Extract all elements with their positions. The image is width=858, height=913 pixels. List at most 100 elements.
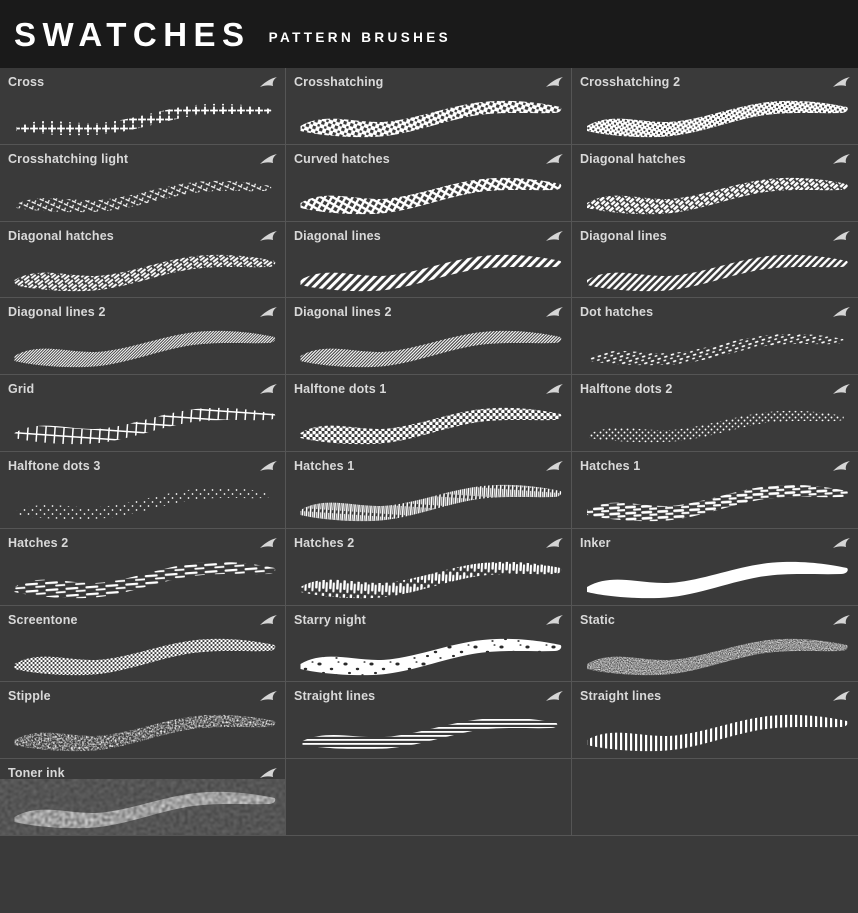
swatch-label: Hatches 2 xyxy=(8,535,69,550)
swatch-label: Stipple xyxy=(8,689,51,704)
brush-stroke-mark-icon xyxy=(542,153,564,167)
swatch-label: Straight lines xyxy=(580,689,662,704)
swatch-stroke-preview xyxy=(286,88,571,144)
swatch-cell[interactable]: Crosshatching light xyxy=(0,144,286,222)
swatch-label: Crosshatching 2 xyxy=(580,75,681,89)
swatch-cell[interactable]: Halftone dots 2 xyxy=(572,375,858,452)
swatch-label: Diagonal lines xyxy=(294,228,381,243)
swatch-cell[interactable]: Inker xyxy=(572,528,858,606)
brush-stroke-mark-icon xyxy=(542,306,564,320)
brush-stroke-mark-icon xyxy=(256,767,278,781)
swatch-cell[interactable]: Diagonal hatches xyxy=(572,144,858,222)
swatch-stroke-preview xyxy=(0,318,285,374)
swatch-label: Curved hatches xyxy=(294,151,390,166)
swatch-cell[interactable]: Diagonal lines xyxy=(572,221,858,299)
swatch-cell[interactable]: Hatches 1 xyxy=(572,451,858,529)
swatch-label: Static xyxy=(580,612,615,627)
swatch-label: Hatches 1 xyxy=(294,458,355,473)
swatch-label: Halftone dots 2 xyxy=(580,382,673,397)
swatch-label: Diagonal lines xyxy=(580,228,667,243)
swatch-stroke-preview xyxy=(286,395,571,451)
swatch-stroke-preview xyxy=(0,626,285,682)
swatch-stroke-preview xyxy=(572,318,858,374)
swatch-cell[interactable]: Halftone dots 3 xyxy=(0,451,286,529)
swatch-label: Diagonal lines 2 xyxy=(294,305,392,320)
brush-stroke-mark-icon xyxy=(542,76,564,90)
page-title: SWATCHES xyxy=(14,15,251,53)
swatch-label: Diagonal hatches xyxy=(580,151,686,166)
swatch-stroke-preview xyxy=(572,88,858,144)
brush-stroke-mark-icon xyxy=(256,153,278,167)
brush-stroke-mark-icon xyxy=(829,153,851,167)
brush-stroke-mark-icon xyxy=(542,690,564,704)
swatch-stroke-preview xyxy=(286,472,571,528)
swatch-label: Toner ink xyxy=(8,766,65,781)
swatch-stroke-preview xyxy=(0,702,285,758)
brush-stroke-mark-icon xyxy=(829,76,851,90)
swatch-label: Straight lines xyxy=(294,689,376,704)
swatch-stroke-preview xyxy=(286,702,571,758)
brush-stroke-mark-icon xyxy=(829,383,851,397)
swatch-label: Starry night xyxy=(294,612,366,627)
swatch-cell[interactable]: Screentone xyxy=(0,605,286,683)
swatch-cell[interactable]: Dot hatches xyxy=(572,298,858,376)
swatch-stroke-preview xyxy=(286,549,571,605)
swatch-cell[interactable]: Static xyxy=(572,605,858,683)
brush-stroke-mark-icon xyxy=(829,614,851,628)
swatch-stroke-preview xyxy=(572,626,858,682)
brush-stroke-mark-icon xyxy=(256,306,278,320)
swatch-cell[interactable]: Diagonal lines xyxy=(286,221,572,299)
brush-stroke-mark-icon xyxy=(542,383,564,397)
swatch-label: Grid xyxy=(8,382,35,397)
swatch-cell-empty xyxy=(286,759,572,836)
swatch-label: Hatches 1 xyxy=(580,458,641,473)
swatch-label: Diagonal hatches xyxy=(8,228,114,243)
swatches-panel: SWATCHES PATTERN BRUSHES Cross Crosshatch… xyxy=(0,0,858,913)
swatch-cell[interactable]: Cross xyxy=(0,68,286,145)
swatch-stroke-preview xyxy=(572,395,858,451)
swatch-cell[interactable]: Starry night xyxy=(286,605,572,683)
brush-stroke-mark-icon xyxy=(829,306,851,320)
swatch-cell[interactable]: Stipple xyxy=(0,682,286,760)
swatch-cell[interactable]: Hatches 2 xyxy=(286,528,572,606)
swatch-stroke-preview xyxy=(286,626,571,682)
brush-stroke-mark-icon xyxy=(542,460,564,474)
brush-stroke-mark-icon xyxy=(256,383,278,397)
swatch-stroke-preview xyxy=(572,472,858,528)
swatch-label: Cross xyxy=(8,75,45,89)
swatch-cell[interactable]: Hatches 2 xyxy=(0,528,286,606)
brush-stroke-mark-icon xyxy=(256,76,278,90)
swatch-stroke-preview xyxy=(0,242,285,298)
brush-stroke-mark-icon xyxy=(256,614,278,628)
swatch-cell[interactable]: Crosshatching xyxy=(286,68,572,145)
swatch-cell[interactable]: Toner ink xyxy=(0,759,286,836)
swatch-label: Halftone dots 1 xyxy=(294,382,387,397)
swatch-cell-empty xyxy=(572,759,858,836)
brush-stroke-mark-icon xyxy=(829,460,851,474)
swatch-cell[interactable]: Hatches 1 xyxy=(286,451,572,529)
swatch-cell[interactable]: Diagonal lines 2 xyxy=(0,298,286,376)
swatch-label: Diagonal lines 2 xyxy=(8,305,106,320)
swatch-cell[interactable]: Crosshatching 2 xyxy=(572,68,858,145)
brush-stroke-mark-icon xyxy=(256,537,278,551)
swatch-label: Inker xyxy=(580,535,611,550)
swatch-cell[interactable]: Grid xyxy=(0,375,286,452)
swatch-stroke-preview xyxy=(0,779,285,835)
swatch-cell[interactable]: Diagonal hatches xyxy=(0,221,286,299)
swatch-cell[interactable]: Diagonal lines 2 xyxy=(286,298,572,376)
swatch-label: Halftone dots 3 xyxy=(8,458,101,473)
brush-stroke-mark-icon xyxy=(829,537,851,551)
swatch-label: Hatches 2 xyxy=(294,535,355,550)
panel-header: SWATCHES PATTERN BRUSHES xyxy=(0,0,858,68)
swatch-label: Crosshatching light xyxy=(8,151,129,166)
brush-stroke-mark-icon xyxy=(256,230,278,244)
swatch-cell[interactable]: Halftone dots 1 xyxy=(286,375,572,452)
brush-stroke-mark-icon xyxy=(256,690,278,704)
swatch-cell[interactable]: Straight lines xyxy=(572,682,858,760)
swatch-cell[interactable]: Curved hatches xyxy=(286,144,572,222)
swatch-stroke-preview xyxy=(0,549,285,605)
swatch-stroke-preview xyxy=(0,165,285,221)
swatch-stroke-preview xyxy=(0,472,285,528)
swatch-label: Crosshatching xyxy=(294,75,384,89)
swatch-cell[interactable]: Straight lines xyxy=(286,682,572,760)
